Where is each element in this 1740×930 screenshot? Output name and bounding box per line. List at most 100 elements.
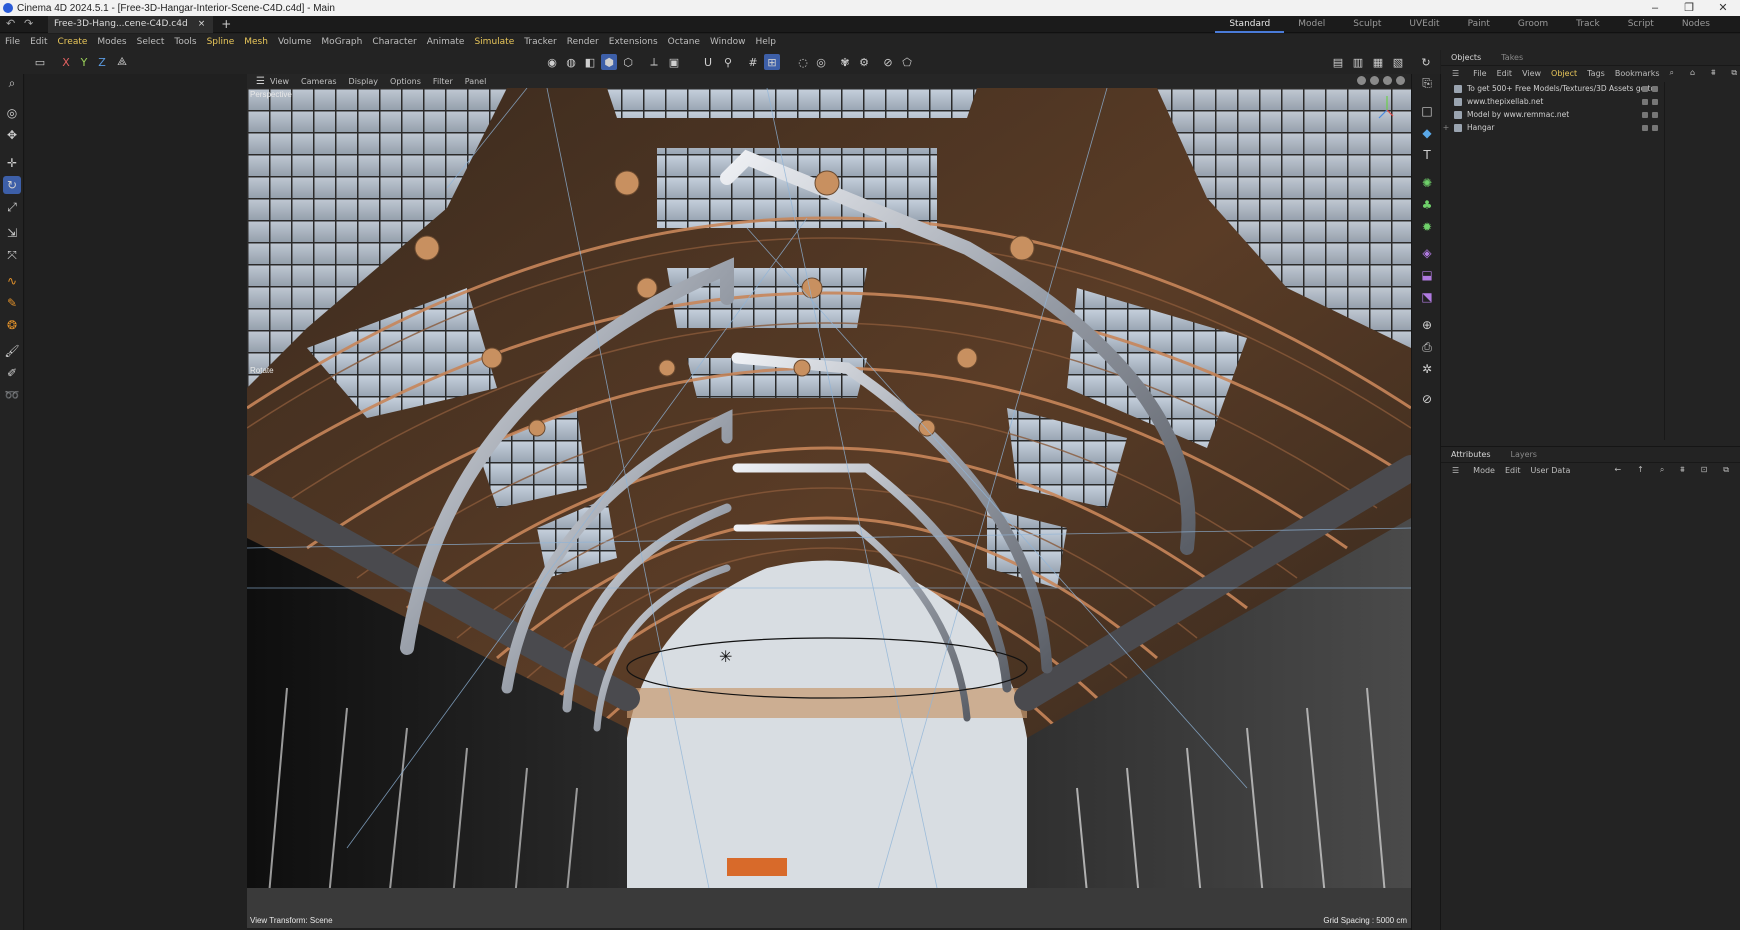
menu-volume[interactable]: Volume: [273, 37, 316, 47]
visibility-flags[interactable]: [1642, 85, 1658, 92]
transform-icon[interactable]: ⇲: [3, 224, 21, 242]
menu-modes[interactable]: Modes: [92, 37, 131, 47]
axis-x-toggle[interactable]: X: [58, 54, 74, 70]
menu-mesh[interactable]: Mesh: [239, 37, 273, 47]
snap-settings-icon[interactable]: ⚲: [720, 54, 736, 70]
layout-sculpt[interactable]: Sculpt: [1339, 16, 1395, 33]
filter-icon[interactable]: ⩩: [1675, 465, 1689, 475]
camera-icon[interactable]: ⎙: [1418, 338, 1436, 356]
pan-icon[interactable]: [1357, 76, 1366, 85]
new-tab-button[interactable]: +: [221, 17, 231, 31]
objects-menu-bookmarks[interactable]: Bookmarks: [1610, 69, 1665, 78]
knife-icon[interactable]: ✐: [3, 364, 21, 382]
generator-icon[interactable]: ✺: [1418, 174, 1436, 192]
axis-z-toggle[interactable]: Z: [94, 54, 110, 70]
menu-mograph[interactable]: MoGraph: [316, 37, 367, 47]
attributes-menu-mode[interactable]: Mode: [1468, 466, 1500, 475]
layout-uvedit[interactable]: UVEdit: [1395, 16, 1453, 33]
shield-icon[interactable]: ⬠: [899, 54, 915, 70]
attributes-menu-edit[interactable]: Edit: [1500, 466, 1526, 475]
gear-icon[interactable]: ⚙: [856, 54, 872, 70]
workplane-icon[interactable]: #: [745, 54, 761, 70]
move-icon[interactable]: ✛: [3, 154, 21, 172]
texture-mode-icon[interactable]: ▣: [666, 54, 682, 70]
close-window-button[interactable]: ✕: [1706, 0, 1740, 16]
objects-menu-file[interactable]: File: [1468, 69, 1491, 78]
list-item[interactable]: + Hangar: [1441, 121, 1664, 134]
cube-object-icon[interactable]: ◆: [1418, 124, 1436, 142]
objects-menu-view[interactable]: View: [1517, 69, 1546, 78]
scale-icon[interactable]: ⤢: [3, 198, 21, 216]
visibility-flags[interactable]: [1642, 124, 1658, 131]
coordinate-system-icon[interactable]: ⟁: [114, 54, 130, 70]
spline-sketch-icon[interactable]: ✎: [3, 294, 21, 312]
spline-deformer-icon[interactable]: ⬔: [1418, 288, 1436, 306]
back-arrow-icon[interactable]: ←: [1609, 465, 1626, 475]
layout-nodes[interactable]: Nodes: [1668, 16, 1724, 33]
viewport-menu-icon[interactable]: ☰: [250, 76, 265, 87]
viewport-camera-label[interactable]: Perspective: [250, 90, 292, 99]
viewport-menu-view[interactable]: View: [264, 77, 295, 86]
live-select-icon[interactable]: ◎: [3, 104, 21, 122]
tag-icon[interactable]: ⊘: [1418, 390, 1436, 408]
menu-edit[interactable]: Edit: [25, 37, 52, 47]
text-object-icon[interactable]: T: [1418, 146, 1436, 164]
render-settings-icon[interactable]: ▦: [1370, 54, 1386, 70]
brush-icon[interactable]: 🖌: [3, 342, 21, 360]
point-mode-icon[interactable]: ◉: [544, 54, 560, 70]
film-render-icon[interactable]: ▤: [1330, 54, 1346, 70]
menu-tools[interactable]: Tools: [169, 37, 201, 47]
expander-icon[interactable]: +: [1441, 123, 1451, 132]
new-window-icon[interactable]: ⧉: [1726, 68, 1740, 78]
placement-icon[interactable]: ⤧: [3, 246, 21, 264]
deformer-icon[interactable]: ◈: [1418, 244, 1436, 262]
objects-menu-icon[interactable]: ☰: [1447, 69, 1464, 78]
viewport-menu-cameras[interactable]: Cameras: [295, 77, 343, 86]
viewport-menu-filter[interactable]: Filter: [427, 77, 459, 86]
search-icon[interactable]: ⌕: [1665, 68, 1679, 78]
objects-column-divider[interactable]: [1664, 82, 1665, 440]
grid-snap-icon[interactable]: ⊞: [764, 54, 780, 70]
list-item[interactable]: www.thepixellab.net: [1441, 95, 1664, 108]
document-tab[interactable]: Free-3D-Hang...cene-C4D.c4d ×: [48, 15, 214, 33]
magnet-icon[interactable]: ➿: [3, 386, 21, 404]
maximize-view-icon[interactable]: [1396, 76, 1405, 85]
polygon-object-icon[interactable]: □: [1418, 102, 1436, 120]
lock-icon[interactable]: ⊡: [1696, 465, 1713, 475]
list-item[interactable]: Model by www.remmac.net: [1441, 108, 1664, 121]
close-tab-icon[interactable]: ×: [198, 19, 206, 29]
uv-mode-icon[interactable]: ⬡: [620, 54, 636, 70]
orbit-icon[interactable]: [1383, 76, 1392, 85]
up-arrow-icon[interactable]: ↑: [1632, 465, 1649, 475]
field-icon[interactable]: ✹: [1418, 218, 1436, 236]
menu-animate[interactable]: Animate: [422, 37, 470, 47]
home-icon[interactable]: ⌂: [1685, 68, 1700, 78]
redo-icon[interactable]: ↷: [24, 18, 36, 30]
cloner-icon[interactable]: ♣: [1418, 196, 1436, 214]
menu-character[interactable]: Character: [367, 37, 421, 47]
tab-attributes[interactable]: Attributes: [1441, 450, 1501, 459]
model-mode-icon[interactable]: ⬢: [601, 54, 617, 70]
render-region-icon[interactable]: ◌: [795, 54, 811, 70]
spline-pen-icon[interactable]: ∿: [3, 272, 21, 290]
render-view-icon[interactable]: ▥: [1350, 54, 1366, 70]
spline-smooth-icon[interactable]: ❂: [3, 316, 21, 334]
menu-select[interactable]: Select: [132, 37, 170, 47]
menu-extensions[interactable]: Extensions: [604, 37, 663, 47]
search-icon[interactable]: ⌕: [3, 74, 21, 92]
minimize-button[interactable]: –: [1638, 0, 1672, 16]
tab-takes[interactable]: Takes: [1491, 53, 1533, 62]
new-window-icon[interactable]: ⧉: [1718, 465, 1734, 475]
axis-mode-icon[interactable]: ⟂: [646, 54, 662, 70]
objects-menu-tags[interactable]: Tags: [1582, 69, 1610, 78]
layout-paint[interactable]: Paint: [1454, 16, 1504, 33]
layout-groom[interactable]: Groom: [1504, 16, 1562, 33]
undo-icon[interactable]: ↶: [6, 18, 18, 30]
target-icon[interactable]: ◎: [813, 54, 829, 70]
light-icon[interactable]: ✲: [1418, 360, 1436, 378]
menu-create[interactable]: Create: [53, 37, 93, 47]
menu-help[interactable]: Help: [750, 37, 781, 47]
snap-icon[interactable]: U: [700, 54, 716, 70]
viewport-menu-display[interactable]: Display: [343, 77, 385, 86]
refresh-icon[interactable]: ↻: [1418, 54, 1434, 70]
